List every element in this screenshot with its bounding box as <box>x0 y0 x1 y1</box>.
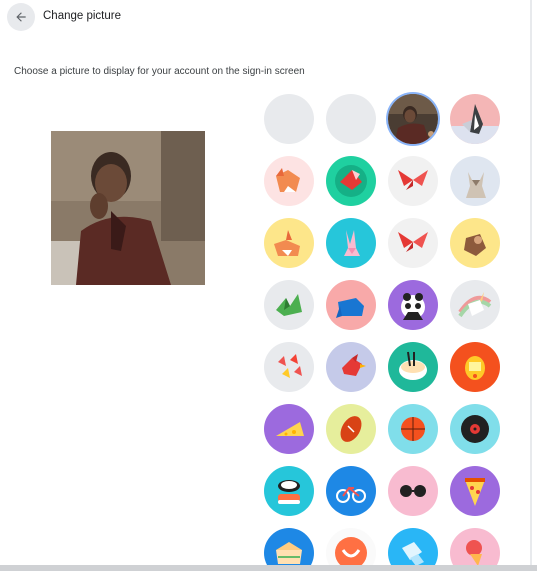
dog-icon <box>264 218 314 268</box>
pizza-icon <box>450 466 500 516</box>
avatar-option-pizza[interactable] <box>450 466 500 516</box>
butterfly-icon <box>388 218 438 268</box>
avatar-option-origami-dragon[interactable] <box>264 280 314 330</box>
avatar-option-origami-butterfly-blue[interactable] <box>388 218 438 268</box>
avatar-option-folder[interactable] <box>326 94 376 144</box>
avatar-grid <box>264 94 504 571</box>
dragon-icon <box>264 280 314 330</box>
arrow-left-icon <box>16 12 26 22</box>
avatar-option-tamagotchi[interactable] <box>450 342 500 392</box>
avatar-option-origami-rabbit[interactable] <box>326 218 376 268</box>
instruction-text: Choose a picture to display for your acc… <box>14 66 305 77</box>
avatar-option-origami-penguin[interactable] <box>450 94 500 144</box>
avatar-option-profile-photo[interactable] <box>388 94 438 144</box>
bottom-scroll-edge <box>0 565 537 571</box>
penguin-icon <box>450 94 500 144</box>
avatar-option-origami-cranes[interactable] <box>264 342 314 392</box>
bicycle-icon <box>326 466 376 516</box>
avatar-option-origami-monkey[interactable] <box>450 218 500 268</box>
avatar-option-origami-panda[interactable] <box>388 280 438 330</box>
avatar-option-sunglasses[interactable] <box>388 466 438 516</box>
sunglasses-icon <box>388 466 438 516</box>
avatar-option-camera[interactable] <box>264 94 314 144</box>
cardinal-icon <box>326 342 376 392</box>
cat-icon <box>450 156 500 206</box>
folder-icon <box>326 94 376 144</box>
fox-icon <box>264 156 314 206</box>
avatar-option-origami-corgi[interactable] <box>264 218 314 268</box>
avatar-option-origami-unicorn[interactable] <box>450 280 500 330</box>
avatar-option-origami-fox[interactable] <box>264 156 314 206</box>
cranes-icon <box>264 342 314 392</box>
page-title: Change picture <box>43 10 121 22</box>
avatar-option-sushi[interactable] <box>264 466 314 516</box>
avatar-option-ramen-bowl[interactable] <box>388 342 438 392</box>
elephant-icon <box>326 280 376 330</box>
unicorn-icon <box>450 280 500 330</box>
avatar-option-vinyl-record[interactable] <box>450 404 500 454</box>
ramen-icon <box>388 342 438 392</box>
bird-icon <box>326 156 376 206</box>
header: Change picture <box>0 0 530 36</box>
avatar-option-cheese[interactable] <box>264 404 314 454</box>
panda-icon <box>388 280 438 330</box>
avatar-option-origami-cardinal[interactable] <box>326 342 376 392</box>
rabbit-icon <box>326 218 376 268</box>
sushi-icon <box>264 466 314 516</box>
profile-photo-icon <box>388 94 438 144</box>
back-button[interactable] <box>7 3 35 31</box>
cheese-icon <box>264 404 314 454</box>
avatar-option-basketball[interactable] <box>388 404 438 454</box>
butterfly-icon <box>388 156 438 206</box>
avatar-option-origami-cat[interactable] <box>450 156 500 206</box>
avatar-option-origami-elephant[interactable] <box>326 280 376 330</box>
avatar-option-origami-bird-green[interactable] <box>326 156 376 206</box>
window-edge <box>530 0 532 571</box>
current-picture-preview <box>51 131 205 285</box>
avatar-option-origami-butterfly-red[interactable] <box>388 156 438 206</box>
football-icon <box>326 404 376 454</box>
avatar-option-bicycle[interactable] <box>326 466 376 516</box>
avatar-option-football[interactable] <box>326 404 376 454</box>
basketball-icon <box>388 404 438 454</box>
tamagotchi-icon <box>450 342 500 392</box>
profile-photo-preview <box>51 131 205 285</box>
camera-icon <box>264 94 314 144</box>
vinyl-icon <box>450 404 500 454</box>
monkey-icon <box>450 218 500 268</box>
